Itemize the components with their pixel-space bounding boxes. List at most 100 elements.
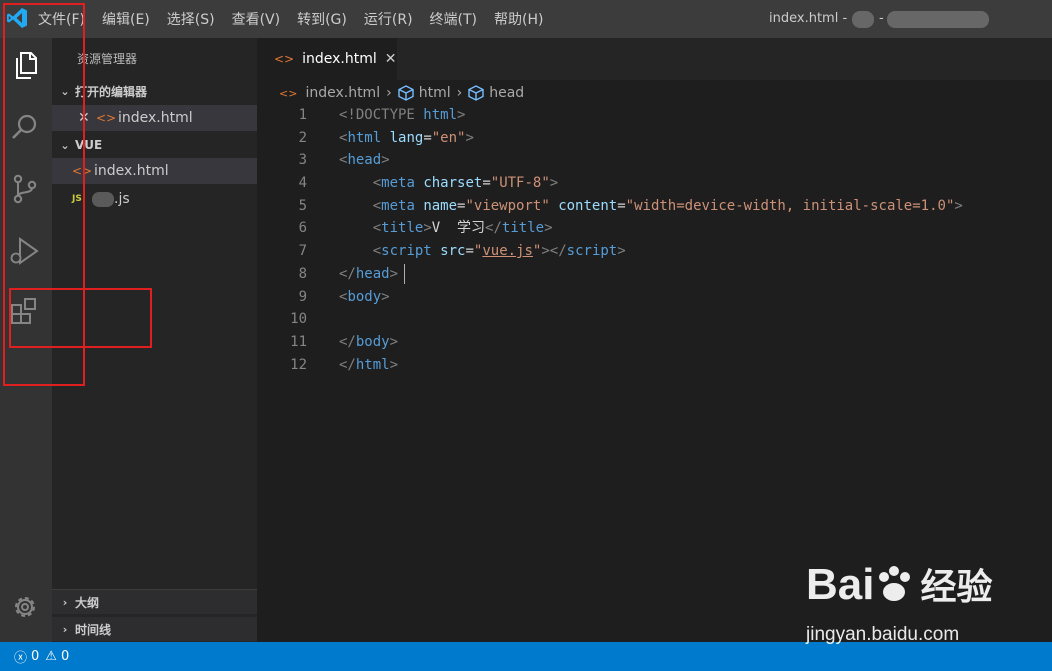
code-token: title <box>501 220 545 237</box>
window-title: index.html - <box>769 11 848 26</box>
errors-icon[interactable]: ⓧ <box>14 647 27 666</box>
menu-run[interactable]: 运行(R) <box>364 9 413 29</box>
line-number: 9 <box>298 288 307 305</box>
open-editor-filename: index.html <box>118 110 193 126</box>
code-token: "width=device-width, initial-scale=1.0" <box>625 197 955 214</box>
code-line[interactable]: 12 </html> <box>257 354 1052 377</box>
line-number: 2 <box>298 129 307 146</box>
settings-gear-icon[interactable] <box>8 590 42 624</box>
breadcrumb-html[interactable]: html <box>419 85 451 101</box>
menu-selection[interactable]: 选择(S) <box>167 9 215 29</box>
code-text: <head> <box>339 149 390 172</box>
code-token: </ <box>339 265 356 282</box>
code-token: = <box>482 175 491 192</box>
code-text: <title>V 学习</title> <box>339 217 553 240</box>
menu-terminal[interactable]: 终端(T) <box>430 9 477 29</box>
open-editors-label: 打开的编辑器 <box>75 84 148 99</box>
code-text: </html> <box>339 354 398 377</box>
code-editor[interactable]: 1 <!DOCTYPE html> 2 <html lang="en"> 3 <head>… <box>257 104 1052 376</box>
code-token: > <box>549 175 559 192</box>
menu-edit[interactable]: 编辑(E) <box>102 9 150 29</box>
code-text: <html lang="en"> <box>339 127 474 150</box>
line-number: 12 <box>290 356 307 373</box>
breadcrumb: <> index.html › html › head <box>279 84 524 102</box>
timeline-header[interactable]: › 时间线 <box>52 617 257 641</box>
breadcrumb-file[interactable]: index.html <box>305 85 380 101</box>
blurred-title-segment <box>852 11 874 28</box>
warnings-count[interactable]: 0 <box>61 649 69 664</box>
code-token: script <box>566 243 618 260</box>
code-token: > <box>423 220 432 237</box>
code-token: title <box>381 220 424 237</box>
code-line[interactable]: 9 <body> <box>257 286 1052 309</box>
code-token: </ <box>485 220 502 237</box>
watermark: Baidu经验 jingyan.baidu.com <box>806 558 1046 648</box>
code-token: body <box>355 333 390 350</box>
code-token: < <box>339 175 382 192</box>
close-icon[interactable]: ✕ <box>385 51 397 67</box>
code-line[interactable]: 5 <meta name="viewport" content="width=d… <box>257 195 1052 218</box>
code-text: </head> <box>339 263 398 286</box>
line-number: 11 <box>290 333 307 350</box>
outline-header[interactable]: › 大纲 <box>52 590 257 614</box>
code-token: > <box>457 107 466 123</box>
code-line[interactable]: 6 <title>V 学习</title> <box>257 217 1052 240</box>
code-token: > <box>617 243 626 260</box>
warning-icon[interactable]: ⚠ <box>45 649 57 664</box>
code-token: = <box>423 129 432 146</box>
code-token: > <box>954 197 963 214</box>
line-number: 5 <box>298 197 307 214</box>
tab-index-html[interactable]: <> index.html ✕ <box>257 38 397 80</box>
code-line[interactable]: 4 <meta charset="UTF-8"> <box>257 172 1052 195</box>
code-line[interactable]: 10 <box>257 308 1052 331</box>
code-token: src <box>440 243 466 260</box>
code-line[interactable]: 1 <!DOCTYPE html> <box>257 104 1052 127</box>
line-number: 6 <box>298 220 307 237</box>
code-text: <meta name="viewport" content="width=dev… <box>339 195 963 218</box>
errors-count[interactable]: 0 <box>31 649 39 664</box>
html-file-icon: <> <box>279 86 298 100</box>
code-token: > <box>544 220 553 237</box>
code-token: meta <box>381 197 415 214</box>
code-text: </body> <box>339 331 398 354</box>
code-text: <body> <box>339 286 390 309</box>
code-token: <!DOCTYPE <box>339 107 424 123</box>
breadcrumb-head[interactable]: head <box>489 85 524 101</box>
chevron-right-icon: › <box>62 595 68 609</box>
menu-go[interactable]: 转到(G) <box>297 9 347 29</box>
code-token: meta <box>381 175 415 192</box>
code-token: head <box>347 152 382 169</box>
code-token: script <box>381 243 432 260</box>
paw-icon <box>874 565 916 605</box>
code-token: html <box>347 129 382 146</box>
title-bar: 文件(F) 编辑(E) 选择(S) 查看(V) 转到(G) 运行(R) 终端(T… <box>0 0 1052 38</box>
code-token: = <box>617 197 626 214</box>
code-line[interactable]: 8 </head> <box>257 263 1052 286</box>
file-name: index.html <box>94 163 169 179</box>
line-number: 1 <box>298 107 307 123</box>
code-line[interactable]: 11 </body> <box>257 331 1052 354</box>
annotation-box-extensions <box>9 288 152 348</box>
chevron-right-icon: › <box>386 85 392 101</box>
line-number: 4 <box>298 175 307 192</box>
code-token: < <box>339 243 382 260</box>
menu-view[interactable]: 查看(V) <box>232 9 281 29</box>
cursor <box>404 264 405 284</box>
code-token: content <box>558 197 618 214</box>
line-number: 8 <box>298 265 307 282</box>
code-token: < <box>339 220 382 237</box>
code-token: > <box>389 333 399 350</box>
code-token: "UTF-8" <box>490 175 550 192</box>
outline-label: 大纲 <box>75 595 100 610</box>
element-cube-icon <box>468 85 484 101</box>
code-line[interactable]: 2 <html lang="en"> <box>257 127 1052 150</box>
code-token: </ <box>339 356 356 373</box>
code-line[interactable]: 3 <head> <box>257 149 1052 172</box>
code-line[interactable]: 7 <script src="vue.js"></script> <box>257 240 1052 263</box>
code-text: <!DOCTYPE html> <box>339 104 465 127</box>
menu-help[interactable]: 帮助(H) <box>494 9 543 29</box>
watermark-suffix: 经验 <box>920 566 993 607</box>
